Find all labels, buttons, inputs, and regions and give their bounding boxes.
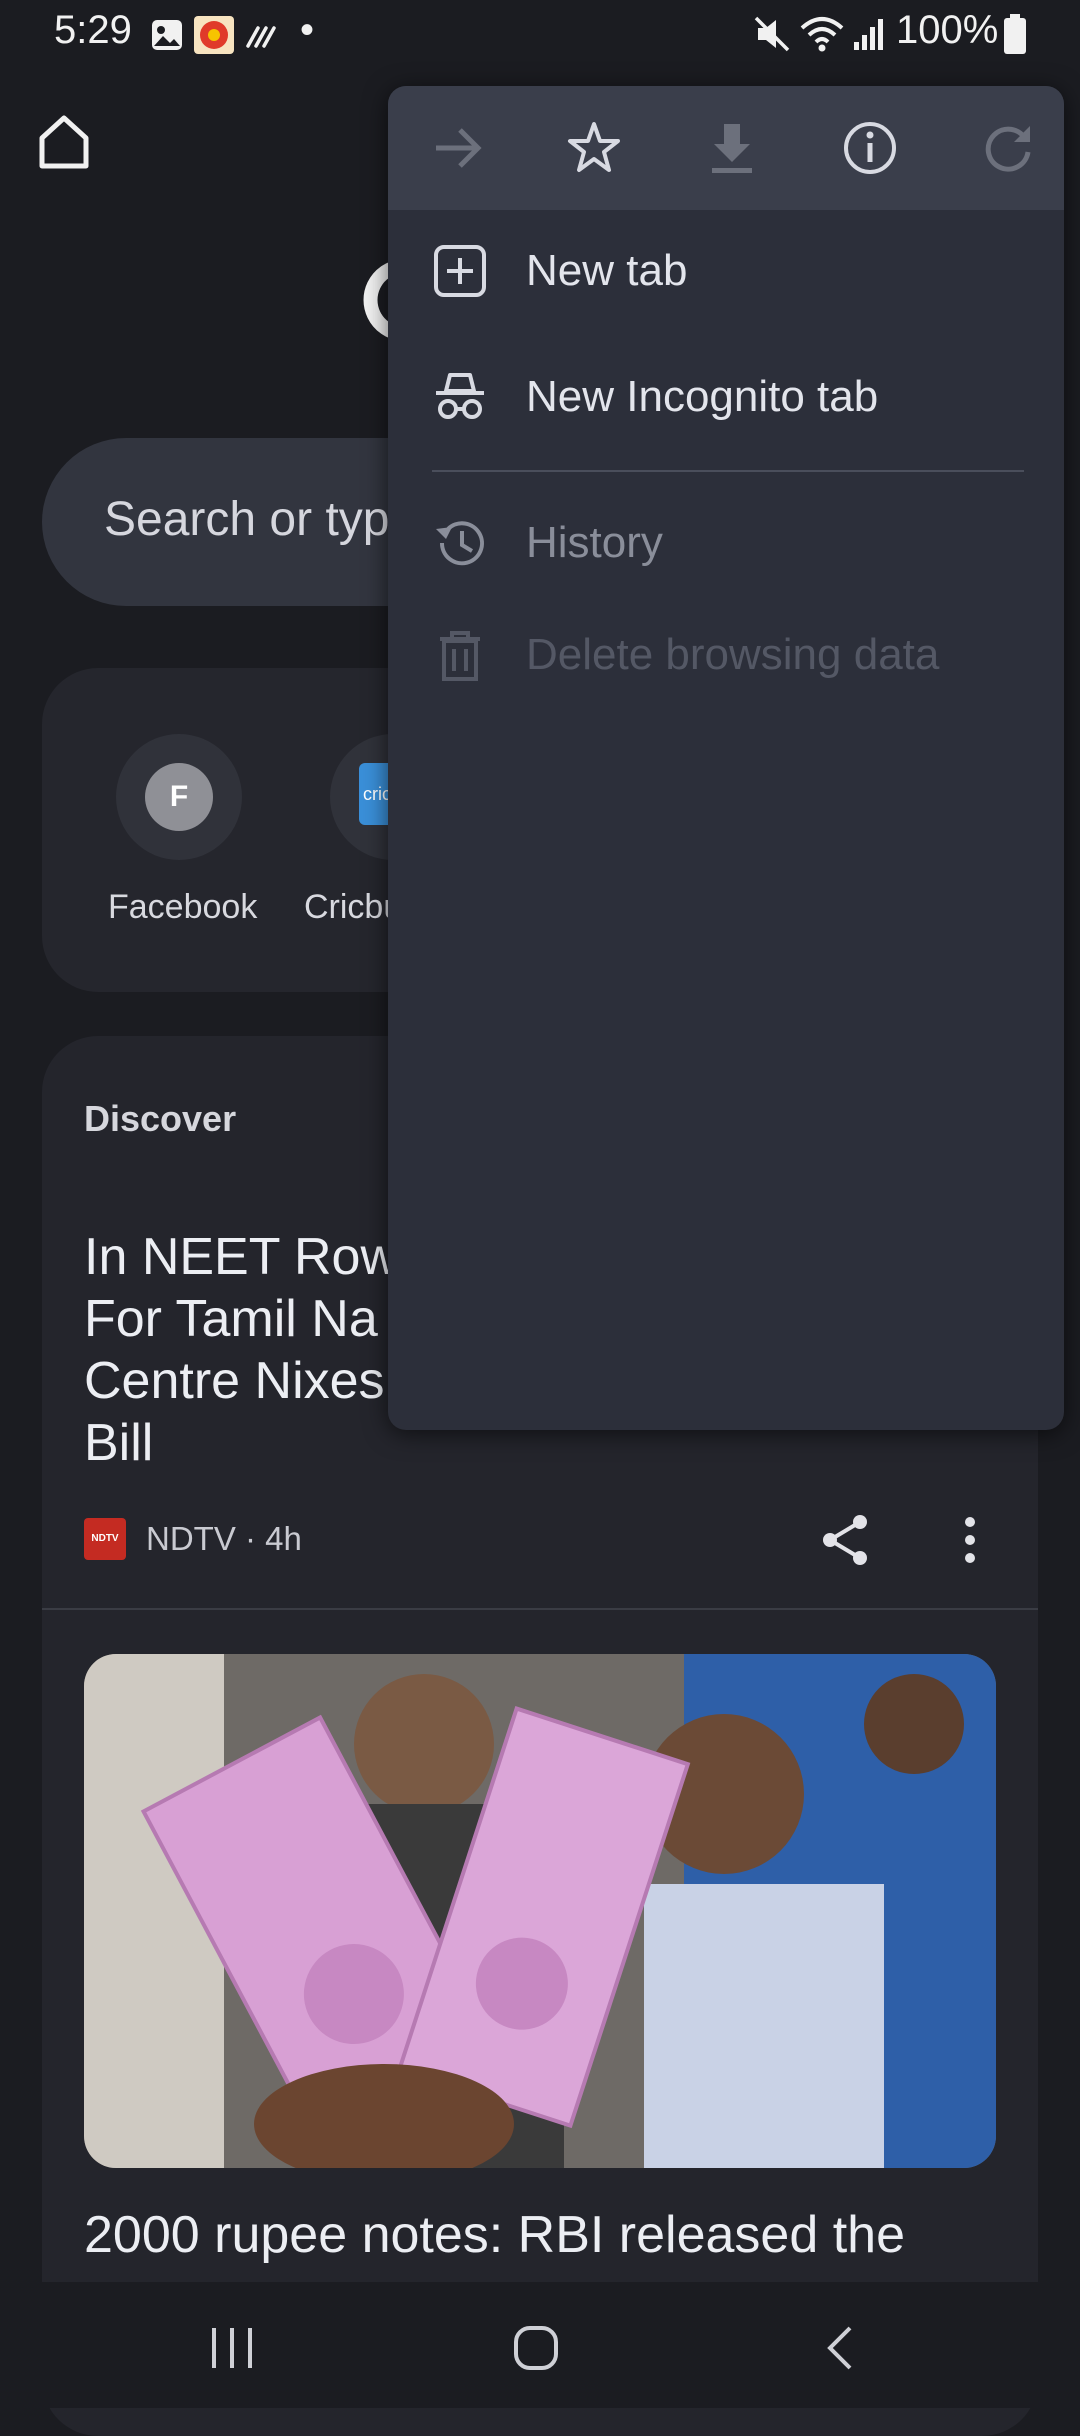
- menu-item-delete-browsing-data[interactable]: Delete browsing data: [388, 600, 1064, 710]
- wifi-icon: [800, 14, 844, 54]
- mute-icon: [752, 14, 792, 54]
- page-info-button[interactable]: [840, 118, 900, 178]
- menu-item-new-incognito-tab[interactable]: New Incognito tab: [388, 342, 1064, 452]
- notification-dot: •: [300, 8, 315, 52]
- menu-item-label: History: [526, 518, 663, 567]
- recents-icon: [212, 2328, 252, 2368]
- discover-label: Discover: [84, 1098, 237, 1139]
- divider: [42, 1608, 1038, 1610]
- trash-icon: [432, 627, 488, 683]
- menu-item-label: New Incognito tab: [526, 372, 879, 421]
- home-button[interactable]: [36, 112, 92, 172]
- forward-button[interactable]: [428, 118, 488, 178]
- more-vert-icon: [965, 1517, 975, 1563]
- download-icon: [712, 124, 752, 173]
- status-bar: 5:29 • 100%: [0, 0, 1080, 70]
- shortcut-facebook[interactable]: F: [116, 734, 242, 860]
- menu-item-label: Delete browsing data: [526, 630, 940, 679]
- shortcut-tile: F: [116, 734, 242, 860]
- share-icon: [823, 1515, 867, 1565]
- back-button[interactable]: [822, 2324, 858, 2372]
- incognito-icon: [432, 369, 488, 425]
- recent-apps-button[interactable]: [208, 2326, 258, 2370]
- data-saver-notification-icon: [246, 20, 280, 50]
- shortcut-label: Facebook: [108, 888, 258, 926]
- menu-item-new-tab[interactable]: New tab: [388, 216, 1064, 326]
- battery-icon: [1004, 14, 1026, 54]
- home-icon: [39, 115, 89, 169]
- gallery-notification-icon: [150, 18, 184, 52]
- refresh-button[interactable]: [978, 118, 1038, 178]
- bookmark-button[interactable]: [564, 118, 624, 178]
- info-icon: [844, 122, 896, 174]
- source-logo: NDTV: [84, 1518, 126, 1560]
- battery-percent: 100%: [896, 8, 999, 52]
- history-icon: [432, 515, 488, 571]
- menu-divider: [432, 470, 1024, 472]
- star-icon: [568, 122, 620, 172]
- share-button[interactable]: [818, 1512, 874, 1568]
- menu-toolbar: [388, 86, 1064, 210]
- article-headline[interactable]: 2000 rupee notes: RBI released the: [84, 2204, 1004, 2266]
- forward-arrow-icon: [436, 128, 482, 168]
- status-time: 5:29: [54, 8, 132, 52]
- overflow-menu: New tab New Incognito tab History Delete…: [388, 86, 1064, 1430]
- plus-box-icon: [432, 243, 488, 299]
- navigation-bar: [0, 2282, 1080, 2408]
- article-source: NDTV · 4h: [146, 1520, 302, 1557]
- menu-item-label: New tab: [526, 246, 688, 295]
- signal-icon: [852, 16, 886, 52]
- home-nav-button[interactable]: [512, 2324, 560, 2372]
- article-image[interactable]: [84, 1654, 996, 2168]
- home-nav-icon: [514, 2326, 558, 2370]
- refresh-icon: [985, 126, 1031, 172]
- search-placeholder: Search or type: [104, 493, 417, 546]
- more-options-button[interactable]: [950, 1512, 990, 1568]
- facebook-favicon: F: [145, 763, 213, 831]
- menu-item-history[interactable]: History: [388, 488, 1064, 598]
- download-button[interactable]: [702, 118, 762, 178]
- app-notification-icon: [194, 16, 234, 54]
- back-icon: [827, 2326, 852, 2370]
